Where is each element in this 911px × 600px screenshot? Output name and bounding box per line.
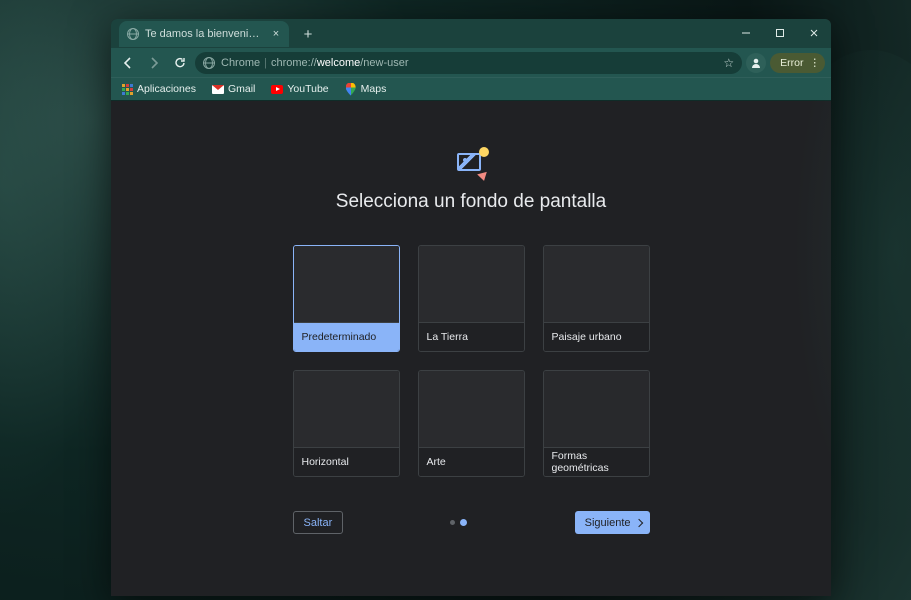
wallpaper-card-art[interactable]: Arte <box>418 370 525 477</box>
nav-back-button[interactable] <box>117 52 139 74</box>
nav-forward-button[interactable] <box>143 52 165 74</box>
skip-label: Saltar <box>304 517 333 529</box>
wallpaper-card-earth[interactable]: La Tierra <box>418 245 525 352</box>
bookmark-item-gmail[interactable]: Gmail <box>208 81 259 97</box>
update-error-pill[interactable]: Error ⋮ <box>770 53 825 73</box>
apps-grid-icon <box>121 83 133 95</box>
bookmark-item-apps[interactable]: Aplicaciones <box>117 81 200 97</box>
window-close-button[interactable] <box>797 19 831 47</box>
bookmark-label: YouTube <box>287 83 328 95</box>
browser-window: Te damos la bienvenida a Chrome × + <box>111 19 831 596</box>
bookmark-label: Aplicaciones <box>137 83 196 95</box>
globe-icon <box>127 28 139 40</box>
bookmark-item-maps[interactable]: Maps <box>341 81 391 97</box>
bookmark-label: Maps <box>361 83 387 95</box>
wallpaper-caption: Horizontal <box>294 447 399 476</box>
step-dot <box>450 520 455 525</box>
wallpaper-caption: La Tierra <box>419 322 524 351</box>
wallpaper-caption: Paisaje urbano <box>544 322 649 351</box>
bookmark-star-icon[interactable]: ☆ <box>723 56 734 70</box>
window-controls <box>729 19 831 47</box>
error-label: Error <box>780 57 803 69</box>
next-label: Siguiente <box>585 517 631 529</box>
tab-title: Te damos la bienvenida a Chrome <box>145 28 265 40</box>
step-indicator <box>450 520 467 526</box>
bookmarks-bar: Aplicaciones Gmail YouTube Maps <box>111 77 831 101</box>
wallpaper-grid: Predeterminado La Tierra Paisaje urbano … <box>293 245 650 477</box>
omnibox-url: chrome:// welcome /new-user <box>271 57 409 69</box>
wallpaper-hero-icon <box>457 151 485 179</box>
wallpaper-thumb <box>544 371 649 447</box>
skip-button[interactable]: Saltar <box>293 511 344 534</box>
toolbar: Chrome | chrome:// welcome /new-user ☆ E… <box>111 47 831 77</box>
wizard-footer: Saltar Siguiente <box>293 511 650 534</box>
new-tab-button[interactable]: + <box>297 23 319 45</box>
wallpaper-caption: Formas geométricas <box>544 447 649 476</box>
overflow-menu-icon[interactable]: ⋮ <box>810 57 820 69</box>
wallpaper-thumb <box>419 371 524 447</box>
youtube-icon <box>271 83 283 95</box>
page-title: Selecciona un fondo de pantalla <box>336 191 606 213</box>
wallpaper-card-landscape[interactable]: Horizontal <box>293 370 400 477</box>
maps-icon <box>345 83 357 95</box>
wallpaper-card-default[interactable]: Predeterminado <box>293 245 400 352</box>
wallpaper-thumb <box>544 246 649 322</box>
wallpaper-thumb <box>294 246 399 322</box>
nav-reload-button[interactable] <box>169 52 191 74</box>
titlebar: Te damos la bienvenida a Chrome × + <box>111 19 831 47</box>
welcome-content: Selecciona un fondo de pantalla Predeter… <box>111 101 831 596</box>
chevron-right-icon <box>634 518 642 526</box>
window-maximize-button[interactable] <box>763 19 797 47</box>
tab-close-icon[interactable]: × <box>271 29 281 39</box>
next-button[interactable]: Siguiente <box>575 511 650 534</box>
profile-button[interactable] <box>746 53 766 73</box>
bookmark-label: Gmail <box>228 83 255 95</box>
wallpaper-card-geometric[interactable]: Formas geométricas <box>543 370 650 477</box>
window-minimize-button[interactable] <box>729 19 763 47</box>
wallpaper-thumb <box>419 246 524 322</box>
step-dot-active <box>460 519 467 526</box>
omnibox-prefix: Chrome <box>221 57 260 69</box>
wallpaper-caption: Arte <box>419 447 524 476</box>
omnibox[interactable]: Chrome | chrome:// welcome /new-user ☆ <box>195 52 742 74</box>
bookmark-item-youtube[interactable]: YouTube <box>267 81 332 97</box>
site-info-icon[interactable] <box>203 57 215 69</box>
wallpaper-card-urban[interactable]: Paisaje urbano <box>543 245 650 352</box>
browser-tab[interactable]: Te damos la bienvenida a Chrome × <box>119 21 289 47</box>
wallpaper-thumb <box>294 371 399 447</box>
wallpaper-caption: Predeterminado <box>294 322 399 351</box>
gmail-icon <box>212 83 224 95</box>
